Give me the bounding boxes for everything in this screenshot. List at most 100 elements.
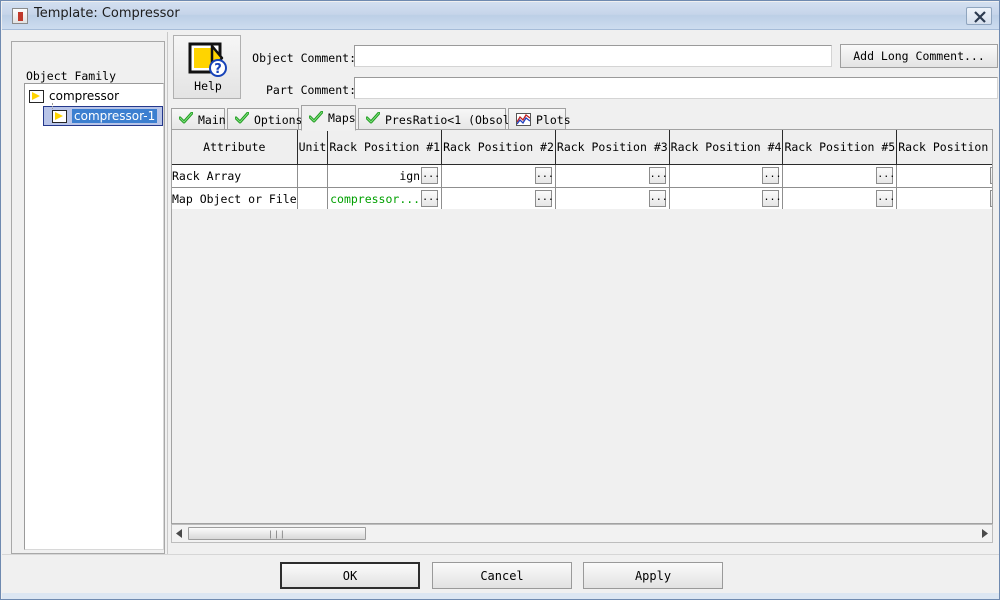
tab-label: Options: [254, 113, 302, 127]
part-comment-input[interactable]: [354, 77, 998, 99]
table-horizontal-scrollbar[interactable]: |||: [171, 524, 993, 543]
rack-position-cell[interactable]: ...: [669, 187, 783, 209]
column-header-label: Rack Position #6: [898, 140, 992, 154]
rack-position-cell[interactable]: ...: [897, 164, 992, 187]
plot-chart-icon: [516, 113, 531, 126]
tab-presratio-1-obsolete[interactable]: PresRatio<1 (Obsolete): [358, 108, 506, 130]
column-header-attribute[interactable]: Attribute: [172, 130, 297, 164]
cell-value: compressor...: [330, 192, 421, 206]
column-header-label: Rack Position #5: [784, 140, 895, 154]
app-icon: [12, 8, 28, 24]
cell-browse-button[interactable]: ...: [876, 167, 893, 184]
folder-arrow-icon: [29, 90, 44, 103]
tab-label: Plots: [536, 113, 571, 127]
green-check-icon: [235, 112, 249, 127]
cell-value: ign: [399, 169, 421, 183]
column-header-rack-position-6[interactable]: Rack Position #6: [897, 130, 992, 164]
cell-browse-button[interactable]: ...: [535, 190, 552, 207]
close-button[interactable]: [966, 7, 992, 25]
green-check-icon: [179, 112, 193, 127]
tab-strip: MainOptionsMapsPresRatio<1 (Obsolete)Plo…: [171, 104, 993, 130]
cell-browse-button[interactable]: ...: [649, 190, 666, 207]
table-body: Rack Arrayign..................Map Objec…: [172, 164, 992, 209]
column-header-label: Rack Position #1: [329, 140, 440, 154]
maps-tab-content: AttributeUnitRack Position #1Rack Positi…: [171, 129, 993, 524]
attribute-label: Map Object or File: [172, 192, 297, 206]
table-row: Map Object or File compressor............…: [172, 187, 992, 209]
rack-position-cell[interactable]: ...: [669, 164, 783, 187]
cell-browse-button[interactable]: ...: [990, 190, 992, 207]
rack-position-cell[interactable]: ...: [442, 164, 556, 187]
tab-label: Maps: [328, 111, 356, 125]
column-header-unit[interactable]: Unit: [297, 130, 328, 164]
rack-position-cell[interactable]: compressor......: [328, 187, 442, 209]
table-row: Rack Array ign..................: [172, 164, 992, 187]
window-title: Template: Compressor: [34, 6, 180, 21]
column-header-label: Attribute: [203, 140, 265, 154]
rack-position-cell[interactable]: ...: [555, 187, 669, 209]
rack-position-cell[interactable]: ign...: [328, 164, 442, 187]
tab-label: Main: [198, 113, 226, 127]
scroll-grip-icon: |||: [268, 529, 285, 538]
title-bar: Template: Compressor: [2, 2, 1000, 30]
rack-position-cell[interactable]: ...: [442, 187, 556, 209]
folder-arrow-icon: [52, 110, 67, 123]
object-family-label: Object Family: [23, 69, 119, 83]
tab-options[interactable]: Options: [227, 108, 299, 130]
dialog-window: Template: Compressor Object Family compr…: [0, 0, 1000, 600]
scroll-right-arrow-icon[interactable]: [977, 526, 992, 541]
tree-item-label: compressor: [49, 89, 119, 103]
attribute-cell: Map Object or File: [172, 187, 297, 209]
main-panel: ? Help Object Comment: Part Comment: Add…: [167, 32, 995, 554]
scroll-thumb[interactable]: |||: [188, 527, 366, 540]
rack-position-cell[interactable]: ...: [555, 164, 669, 187]
column-header-rack-position-3[interactable]: Rack Position #3: [555, 130, 669, 164]
tab-plots[interactable]: Plots: [508, 108, 566, 130]
column-header-label: Rack Position #3: [557, 140, 668, 154]
tree-item-compressor[interactable]: compressor: [25, 86, 163, 106]
tree-item-label: compressor-1: [72, 109, 157, 123]
rack-position-cell[interactable]: ...: [783, 187, 897, 209]
cell-browse-button[interactable]: ...: [876, 190, 893, 207]
cell-browse-button[interactable]: ...: [535, 167, 552, 184]
rack-position-cell[interactable]: ...: [783, 164, 897, 187]
scroll-left-arrow-icon[interactable]: [172, 526, 187, 541]
add-long-comment-button[interactable]: Add Long Comment...: [840, 44, 998, 68]
close-icon: [973, 11, 987, 23]
column-header-rack-position-1[interactable]: Rack Position #1: [328, 130, 442, 164]
part-comment-label: Part Comment:: [216, 83, 356, 97]
attribute-cell: Rack Array: [172, 164, 297, 187]
status-strip: [2, 593, 1000, 600]
cell-browse-button[interactable]: ...: [649, 167, 666, 184]
cancel-button[interactable]: Cancel: [432, 562, 572, 589]
column-header-label: Rack Position #2: [443, 140, 554, 154]
object-comment-input[interactable]: [354, 45, 832, 67]
maps-table: AttributeUnitRack Position #1Rack Positi…: [172, 130, 992, 209]
column-header-rack-position-2[interactable]: Rack Position #2: [442, 130, 556, 164]
ok-button[interactable]: OK: [280, 562, 420, 589]
column-header-rack-position-4[interactable]: Rack Position #4: [669, 130, 783, 164]
column-header-label: Unit: [299, 140, 327, 154]
column-header-label: Rack Position #4: [671, 140, 782, 154]
object-comment-label: Object Comment:: [216, 51, 356, 65]
object-family-panel: Object Family compressor compressor-1: [9, 35, 163, 554]
tree-item-compressor-1[interactable]: compressor-1: [43, 106, 163, 126]
attribute-label: Rack Array: [172, 169, 241, 183]
rack-position-cell[interactable]: ...: [897, 187, 992, 209]
cell-browse-button[interactable]: ...: [990, 167, 992, 184]
column-header-rack-position-5[interactable]: Rack Position #5: [783, 130, 897, 164]
green-check-icon: [366, 112, 380, 127]
cell-browse-button[interactable]: ...: [421, 167, 438, 184]
object-family-tree[interactable]: compressor compressor-1: [24, 83, 164, 550]
table-header-row: AttributeUnitRack Position #1Rack Positi…: [172, 130, 992, 164]
cell-browse-button[interactable]: ...: [421, 190, 438, 207]
maps-grid: AttributeUnitRack Position #1Rack Positi…: [172, 130, 992, 209]
tab-maps[interactable]: Maps: [301, 105, 356, 131]
unit-cell: [297, 187, 328, 209]
unit-cell: [297, 164, 328, 187]
cell-browse-button[interactable]: ...: [762, 167, 779, 184]
tab-main[interactable]: Main: [171, 108, 225, 130]
apply-button[interactable]: Apply: [583, 562, 723, 589]
cell-browse-button[interactable]: ...: [762, 190, 779, 207]
green-check-icon: [309, 111, 323, 126]
